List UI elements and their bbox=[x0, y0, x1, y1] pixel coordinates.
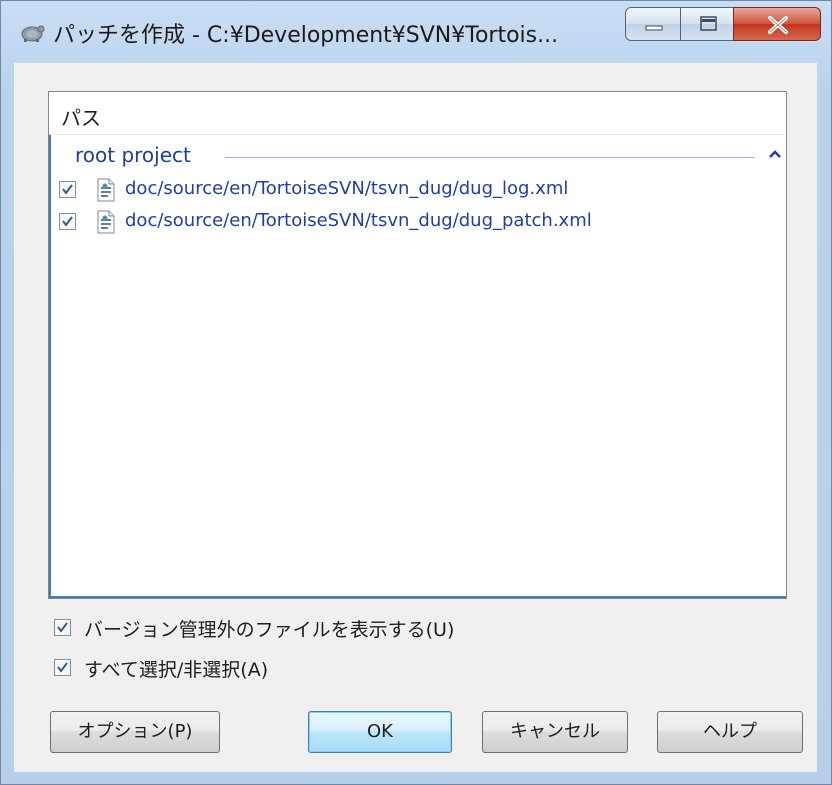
column-header-path[interactable]: パス bbox=[49, 92, 784, 135]
maximize-button[interactable] bbox=[680, 7, 734, 41]
title-bar[interactable]: パッチを作成 - C:¥Development¥SVN¥Tortois... bbox=[1, 1, 831, 63]
options-button[interactable]: オプション(P) bbox=[50, 711, 220, 753]
tortoisesvn-app-icon bbox=[21, 25, 45, 42]
file-checkbox[interactable] bbox=[59, 181, 76, 198]
create-patch-dialog: パッチを作成 - C:¥Development¥SVN¥Tortois... パ… bbox=[0, 0, 832, 785]
select-all-checkbox[interactable] bbox=[54, 659, 71, 676]
file-row[interactable]: doc/source/en/TortoiseSVN/tsvn_dug/dug_p… bbox=[49, 206, 784, 238]
select-all-label[interactable]: すべて選択/非選択(A) bbox=[84, 655, 268, 682]
xml-file-icon bbox=[97, 178, 115, 202]
column-header-label: パス bbox=[61, 106, 101, 130]
help-button[interactable]: ヘルプ bbox=[657, 711, 803, 753]
checkmark-icon bbox=[62, 216, 73, 227]
minimize-button[interactable] bbox=[625, 7, 681, 41]
cancel-button[interactable]: キャンセル bbox=[482, 711, 628, 753]
chevron-up-icon[interactable] bbox=[767, 148, 783, 160]
file-checkbox[interactable] bbox=[59, 213, 76, 230]
file-row[interactable]: doc/source/en/TortoiseSVN/tsvn_dug/dug_l… bbox=[49, 174, 784, 206]
show-unversioned-label[interactable]: バージョン管理外のファイルを表示する(U) bbox=[84, 615, 454, 642]
dialog-client-area: パス root project doc/source/en/TortoiseSV… bbox=[14, 63, 817, 772]
group-label: root project bbox=[75, 143, 191, 167]
show-unversioned-checkbox[interactable] bbox=[54, 619, 71, 636]
checkmark-icon bbox=[57, 622, 68, 633]
window-title: パッチを作成 - C:¥Development¥SVN¥Tortois... bbox=[53, 23, 559, 48]
minimize-icon bbox=[645, 25, 663, 31]
close-button[interactable] bbox=[733, 7, 821, 41]
file-list[interactable]: パス root project doc/source/en/TortoiseSV… bbox=[48, 91, 787, 599]
checkmark-icon bbox=[57, 662, 68, 673]
ok-button[interactable]: OK bbox=[308, 711, 452, 753]
group-header-root-project[interactable]: root project bbox=[49, 136, 784, 172]
close-icon bbox=[768, 16, 788, 34]
file-path[interactable]: doc/source/en/TortoiseSVN/tsvn_dug/dug_p… bbox=[125, 210, 592, 231]
checkmark-icon bbox=[62, 184, 73, 195]
xml-file-icon bbox=[97, 210, 115, 234]
group-divider-line bbox=[225, 157, 755, 158]
file-path[interactable]: doc/source/en/TortoiseSVN/tsvn_dug/dug_l… bbox=[125, 178, 568, 199]
maximize-icon bbox=[700, 16, 717, 31]
